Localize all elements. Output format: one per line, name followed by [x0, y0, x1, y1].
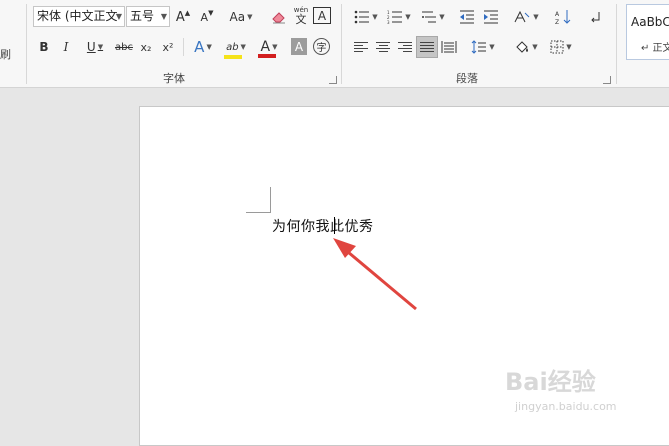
watermark-url: jingyan.baidu.com [515, 400, 617, 413]
watermark-brand: Bai经验 [505, 368, 596, 396]
